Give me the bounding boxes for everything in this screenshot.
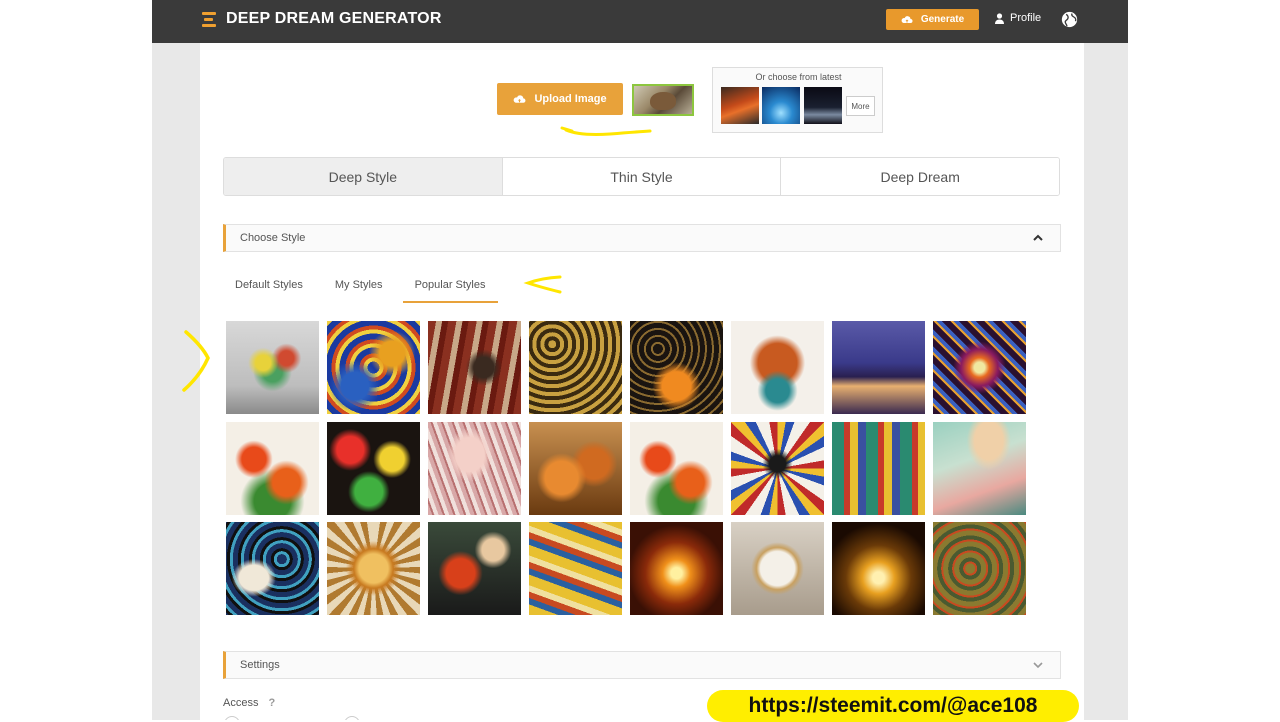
upload-label: Upload Image [534,93,607,105]
style-thumbnail[interactable] [933,321,1026,414]
style-thumbnail[interactable] [529,422,622,515]
stack-bars-icon [202,12,216,28]
settings-title: Settings [240,659,280,671]
style-thumbnail[interactable] [428,321,521,414]
generate-button[interactable]: Generate [886,9,979,30]
tab-thin-style[interactable]: Thin Style [501,158,781,195]
subtab-popular-styles[interactable]: Popular Styles [402,271,498,303]
more-button[interactable]: More [846,96,875,116]
cloud-upload-icon [901,15,913,23]
mode-tabs: Deep Style Thin Style Deep Dream [223,157,1060,196]
style-subtabs: Default Styles My Styles Popular Styles [223,271,506,303]
annotation-bracket [182,330,210,392]
settings-header[interactable]: Settings [223,651,1061,679]
access-label: Access [223,697,259,709]
latest-image-thumbnail[interactable] [721,87,759,124]
style-thumbnail[interactable] [933,522,1026,615]
upload-image-button[interactable]: Upload Image [497,83,623,115]
annotation-arrow [523,275,562,294]
tab-deep-style[interactable]: Deep Style [224,158,502,195]
chevron-down-icon[interactable] [1032,660,1044,670]
profile-link[interactable]: Profile [995,12,1041,24]
main-panel: Upload Image Or choose from latest More … [182,43,1084,720]
chevron-up-icon[interactable] [1032,233,1044,243]
generate-label: Generate [920,14,965,25]
access-radio[interactable] [344,716,360,720]
style-thumbnail[interactable] [226,522,319,615]
uploaded-image-thumbnail[interactable] [632,84,694,116]
profile-label: Profile [1010,12,1042,24]
cloud-upload-icon [514,94,526,103]
access-field: Access ? [223,697,275,709]
style-thumbnail[interactable] [731,422,824,515]
style-thumbnail[interactable] [832,321,925,414]
user-icon [995,12,1004,24]
top-navbar: DEEP DREAM GENERATOR Generate Profile [152,0,1128,43]
style-thumbnail[interactable] [428,422,521,515]
choose-style-header[interactable]: Choose Style [223,224,1061,252]
choose-style-title: Choose Style [240,232,306,244]
style-thumbnail[interactable] [529,522,622,615]
style-thumbnail[interactable] [933,422,1026,515]
subtab-my-styles[interactable]: My Styles [323,271,395,303]
latest-image-thumbnail[interactable] [762,87,800,124]
tab-deep-dream[interactable]: Deep Dream [780,158,1059,195]
style-thumbnail[interactable] [731,321,824,414]
latest-image-thumbnail[interactable] [804,87,842,124]
style-thumbnail[interactable] [327,321,420,414]
app-frame: DEEP DREAM GENERATOR Generate Profile Up… [152,0,1128,720]
style-thumbnail[interactable] [630,321,723,414]
style-thumbnail[interactable] [832,422,925,515]
globe-icon[interactable] [1061,11,1078,28]
style-thumbnail[interactable] [630,522,723,615]
style-thumbnail[interactable] [327,422,420,515]
help-icon[interactable]: ? [268,697,275,709]
access-radio[interactable] [224,716,240,720]
style-thumbnail[interactable] [226,422,319,515]
latest-images-box: Or choose from latest More [712,67,883,133]
app-logo-text[interactable]: DEEP DREAM GENERATOR [226,10,442,28]
style-thumbnail[interactable] [428,522,521,615]
watermark-url: https://steemit.com/@ace108 [707,690,1079,722]
annotation-underline [560,126,652,136]
subtab-default-styles[interactable]: Default Styles [223,271,315,303]
style-thumbnail[interactable] [731,522,824,615]
style-thumbnail[interactable] [529,321,622,414]
style-thumbnail[interactable] [832,522,925,615]
style-thumbnail[interactable] [327,522,420,615]
style-thumbnail[interactable] [226,321,319,414]
latest-title: Or choose from latest [755,72,842,82]
style-thumbnail[interactable] [630,422,723,515]
